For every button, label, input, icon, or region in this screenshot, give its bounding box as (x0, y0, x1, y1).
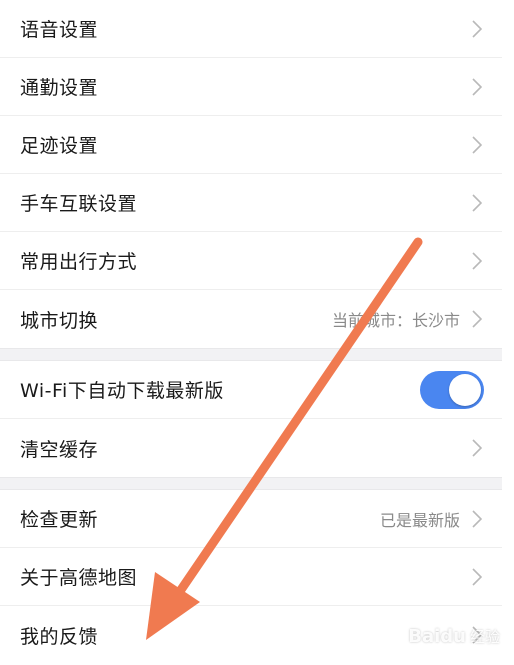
chevron-right-icon (470, 77, 484, 97)
settings-screen: 语音设置 通勤设置 足迹设置 手车互联设置 常用出行方式 城市切换 当前城市：长… (0, 0, 502, 665)
chevron-right-icon (470, 509, 484, 529)
setting-commute[interactable]: 通勤设置 (0, 58, 502, 116)
settings-group-storage: Wi-Fi下自动下载最新版 清空缓存 (0, 361, 502, 477)
setting-wifi-auto-download: Wi-Fi下自动下载最新版 (0, 361, 502, 419)
chevron-right-icon (470, 135, 484, 155)
current-city-value: 当前城市：长沙市 (331, 311, 460, 330)
setting-voice[interactable]: 语音设置 (0, 0, 502, 58)
section-divider (0, 348, 502, 361)
setting-clear-cache[interactable]: 清空缓存 (0, 419, 502, 477)
setting-voice-label: 语音设置 (20, 19, 99, 41)
setting-phone-car-link[interactable]: 手车互联设置 (0, 174, 502, 232)
chevron-right-icon (470, 309, 484, 329)
setting-travel-mode-label: 常用出行方式 (20, 251, 138, 273)
setting-travel-mode[interactable]: 常用出行方式 (0, 232, 502, 290)
setting-city-switch[interactable]: 城市切换 当前城市：长沙市 (0, 290, 502, 348)
setting-commute-label: 通勤设置 (20, 77, 99, 99)
setting-check-update-label: 检查更新 (20, 509, 99, 531)
setting-footprint-label: 足迹设置 (20, 135, 99, 157)
chevron-right-icon (470, 567, 484, 587)
setting-check-update[interactable]: 检查更新 已是最新版 (0, 490, 502, 548)
chevron-right-icon (470, 251, 484, 271)
setting-wifi-auto-download-label: Wi-Fi下自动下载最新版 (20, 380, 224, 402)
settings-group-general: 语音设置 通勤设置 足迹设置 手车互联设置 常用出行方式 城市切换 当前城市：长… (0, 0, 502, 348)
toggle-knob (449, 373, 481, 406)
chevron-right-icon (470, 19, 484, 39)
page-edge (502, 0, 514, 665)
setting-footprint[interactable]: 足迹设置 (0, 116, 502, 174)
setting-about-amap[interactable]: 关于高德地图 (0, 548, 502, 606)
watermark-brand: Baidu (408, 626, 466, 647)
section-divider (0, 477, 502, 490)
update-status-value: 已是最新版 (379, 510, 460, 530)
setting-about-amap-label: 关于高德地图 (20, 567, 138, 589)
setting-clear-cache-label: 清空缓存 (20, 438, 99, 461)
wifi-auto-download-toggle[interactable] (420, 370, 484, 409)
watermark-sub: 经验 (469, 628, 500, 646)
baidu-watermark: Baidu 经验 (384, 626, 500, 647)
chevron-right-icon (470, 438, 484, 458)
setting-phone-car-link-label: 手车互联设置 (20, 193, 138, 215)
baidu-paw-icon (384, 626, 405, 647)
setting-city-switch-label: 城市切换 (20, 309, 99, 332)
chevron-right-icon (470, 193, 484, 213)
